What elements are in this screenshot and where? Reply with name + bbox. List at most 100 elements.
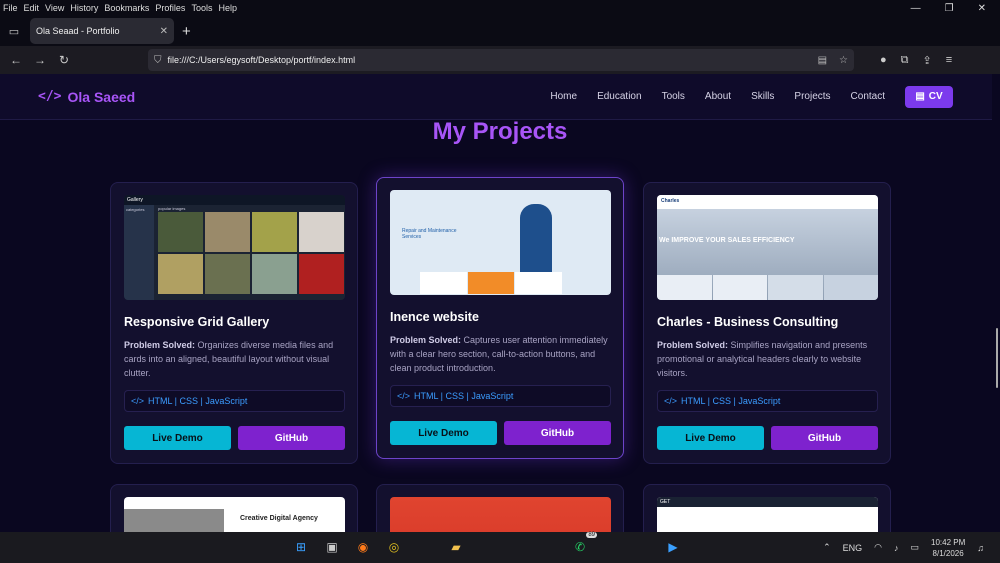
project-card-inence: Repair and Maintenance Services Inence w… (376, 177, 624, 459)
cv-label: CV (928, 91, 943, 102)
project-description: Problem Solved: Captures user attention … (390, 335, 608, 373)
menu-bar: File Edit View History Bookmarks Profile… (0, 0, 1000, 16)
volume-icon[interactable]: ♪ (894, 543, 899, 553)
menu-profiles[interactable]: Profiles (152, 3, 188, 13)
thumb-brand: GET (657, 497, 878, 507)
github-button[interactable]: GitHub (771, 426, 878, 450)
menu-file[interactable]: File (0, 3, 21, 13)
nav-home[interactable]: Home (550, 91, 577, 102)
project-title: Inence website (390, 310, 479, 324)
tech-stack: </> HTML | CSS | JavaScript (657, 390, 878, 412)
nav-tools[interactable]: Tools (662, 91, 685, 102)
page-scrollbar[interactable] (996, 328, 998, 388)
code-icon: </> (131, 396, 145, 406)
account-icon[interactable]: ● (880, 54, 887, 67)
share-icon[interactable]: ⇪ (923, 54, 932, 67)
tech-stack: </> HTML | CSS | JavaScript (390, 385, 611, 407)
notification-badge: 89 (586, 532, 597, 538)
close-tab-icon[interactable]: ✕ (160, 26, 168, 37)
clock-time: 10:42 PM (931, 537, 966, 547)
tech-list: HTML | CSS | JavaScript (148, 396, 248, 406)
thumb-feature-boxes (420, 272, 563, 294)
project-thumbnail-charles[interactable]: Charles We IMPROVE YOUR SALES EFFICIENCY (657, 195, 878, 300)
menu-view[interactable]: View (42, 3, 67, 13)
thumb-worker-figure (520, 204, 552, 276)
chrome-icon[interactable]: ◎ (383, 536, 405, 558)
thumb-brand: Gallery (124, 195, 345, 205)
url-bar[interactable]: ⛉ file:///C:/Users/egysoft/Desktop/portf… (148, 49, 854, 71)
clock[interactable]: 10:42 PM 8/1/2026 (931, 537, 965, 559)
bookmark-star-icon[interactable]: ☆ (839, 55, 848, 66)
thumb-photo (124, 509, 224, 532)
site-logo[interactable]: </> Ola Saeed (38, 89, 135, 105)
back-icon[interactable]: ← (4, 53, 28, 67)
code-icon: </> (664, 396, 678, 406)
menu-edit[interactable]: Edit (21, 3, 43, 13)
nav-projects[interactable]: Projects (794, 91, 830, 102)
github-button[interactable]: GitHub (504, 421, 611, 445)
nav-contact[interactable]: Contact (851, 91, 885, 102)
chevron-up-icon[interactable]: ⌃ (823, 542, 831, 553)
project-title: Charles - Business Consulting (657, 315, 839, 329)
project-card-charles: Charles We IMPROVE YOUR SALES EFFICIENCY… (643, 182, 891, 464)
project-description: Problem Solved: Organizes diverse media … (124, 340, 334, 378)
wifi-icon[interactable]: ◠ (874, 542, 882, 553)
live-demo-button[interactable]: Live Demo (657, 426, 764, 450)
page-viewport: </> Ola Saeed Home Education Tools About… (0, 74, 1000, 532)
taskbar: ⊞ ▣ ◉ ◎ ▰ ✆ 89 ▶ ⌃ ENG ◠ ♪ ▭ 10:42 PM 8/1… (0, 532, 1000, 563)
menu-icon[interactable]: ≡ (946, 54, 952, 67)
close-window-icon[interactable]: ✕ (978, 3, 986, 14)
notifications-bell-icon[interactable]: ♫ (977, 543, 984, 553)
tab-title: Ola Seaad - Portfolio (36, 26, 120, 36)
battery-icon[interactable]: ▭ (910, 542, 919, 553)
menu-history[interactable]: History (67, 3, 101, 13)
project-card-gallery: Gallery categories popular images Respon… (110, 182, 358, 464)
nav-about[interactable]: About (705, 91, 731, 102)
thumb-image-grid (158, 212, 344, 294)
thumb-hero-text: Repair and Maintenance Services (402, 228, 457, 240)
project-thumbnail-gallery[interactable]: Gallery categories popular images (124, 195, 345, 300)
task-view-icon[interactable]: ▣ (321, 536, 343, 558)
live-demo-button[interactable]: Live Demo (390, 421, 497, 445)
logo-text: Ola Saeed (67, 88, 136, 105)
thumb-heading: popular images (158, 206, 186, 211)
tech-list: HTML | CSS | JavaScript (414, 391, 514, 401)
windows-start-icon[interactable]: ⊞ (290, 536, 312, 558)
forward-icon[interactable]: → (28, 53, 52, 67)
menu-bookmarks[interactable]: Bookmarks (101, 3, 152, 13)
firefox-icon[interactable]: ◉ (352, 536, 374, 558)
restore-icon[interactable]: ❐ (945, 3, 954, 14)
url-text: file:///C:/Users/egysoft/Desktop/portf/i… (167, 55, 356, 65)
project-thumbnail-agency[interactable]: Creative Digital Agency (124, 497, 345, 532)
file-explorer-icon[interactable]: ▰ (445, 536, 467, 558)
project-title: Responsive Grid Gallery (124, 315, 270, 329)
nav-education[interactable]: Education (597, 91, 641, 102)
tab-portfolio[interactable]: Ola Seaad - Portfolio ✕ (30, 18, 174, 44)
tab-list-icon[interactable]: ▭ (0, 25, 28, 38)
reader-view-icon[interactable]: ▤ (818, 55, 827, 66)
live-demo-button[interactable]: Live Demo (124, 426, 231, 450)
new-tab-icon[interactable]: + (182, 23, 191, 40)
navigation-bar: ← → ↻ ⛉ file:///C:/Users/egysoft/Desktop… (0, 46, 1000, 74)
extensions-icon[interactable]: ⧉ (901, 54, 909, 67)
menu-help[interactable]: Help (215, 3, 240, 13)
project-thumbnail-red[interactable] (390, 497, 611, 532)
project-thumbnail-shop[interactable]: GET (657, 497, 878, 532)
project-thumbnail-inence[interactable]: Repair and Maintenance Services (390, 190, 611, 295)
minimize-icon[interactable]: — (911, 3, 921, 14)
language-indicator[interactable]: ENG (843, 543, 863, 553)
clock-date: 8/1/2026 (932, 548, 964, 558)
code-icon: </> (38, 89, 62, 104)
menu-tools[interactable]: Tools (188, 3, 215, 13)
cv-button[interactable]: ▤ CV (905, 85, 953, 108)
project-description: Problem Solved: Simplifies navigation an… (657, 340, 868, 378)
github-button[interactable]: GitHub (238, 426, 345, 450)
reload-icon[interactable]: ↻ (52, 53, 76, 67)
whatsapp-icon[interactable]: ✆ 89 (569, 532, 597, 558)
nav-skills[interactable]: Skills (751, 91, 774, 102)
tab-bar: ▭ Ola Seaad - Portfolio ✕ + (0, 16, 1000, 46)
taskbar-apps: ⊞ ▣ ◉ ◎ ▰ ✆ 89 ▶ (290, 532, 684, 558)
media-player-icon[interactable]: ▶ (662, 536, 684, 558)
